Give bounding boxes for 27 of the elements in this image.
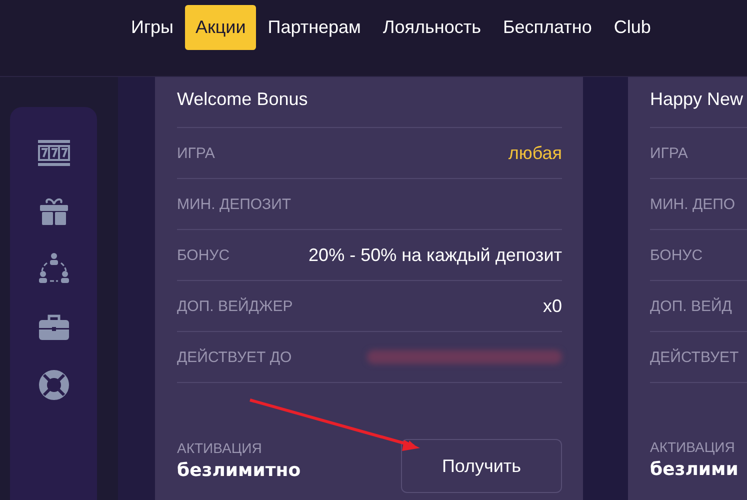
activation-label: АКТИВАЦИЯ bbox=[177, 440, 263, 456]
row-label: БОНУС bbox=[177, 246, 230, 264]
activation-value: безлимитно bbox=[177, 460, 301, 481]
row-label: ДОП. ВЕЙДЖЕР bbox=[177, 298, 293, 314]
nav-link[interactable]: Club bbox=[604, 5, 661, 50]
card-title: Welcome Bonus bbox=[177, 89, 562, 128]
row-label: МИН. ДЕПОЗИТ bbox=[177, 196, 292, 212]
row-value: x0 bbox=[542, 296, 562, 316]
row-label: ДЕЙСТВУЕТ bbox=[650, 348, 739, 366]
row-value: любая bbox=[508, 142, 562, 164]
nav-link[interactable]: Партнерам bbox=[258, 5, 371, 50]
get-button[interactable]: Получить bbox=[401, 439, 562, 493]
nav-link[interactable]: Бесплатно bbox=[492, 5, 602, 50]
nav-link[interactable]: Акции bbox=[185, 5, 256, 50]
card-title: Happy New bbox=[650, 89, 747, 128]
row-label: БОНУС bbox=[650, 246, 703, 264]
row-label: МИН. ДЕПО bbox=[650, 196, 736, 212]
row-label: ДОП. ВЕЙД bbox=[650, 298, 732, 314]
row-label: ИГРА bbox=[177, 144, 215, 162]
row-value: 20% - 50% на каждый депозит bbox=[308, 244, 562, 266]
activation-label: АКТИВАЦИЯ bbox=[650, 439, 736, 455]
nav-link[interactable]: Лояльность bbox=[372, 5, 491, 50]
nav-link[interactable]: Игры bbox=[121, 5, 184, 50]
lifebuoy-icon[interactable] bbox=[38, 367, 70, 403]
row-label: ИГРА bbox=[650, 144, 688, 162]
row-label: ДЕЙСТВУЕТ ДО bbox=[177, 348, 292, 366]
activation-value: безлими bbox=[650, 459, 738, 480]
